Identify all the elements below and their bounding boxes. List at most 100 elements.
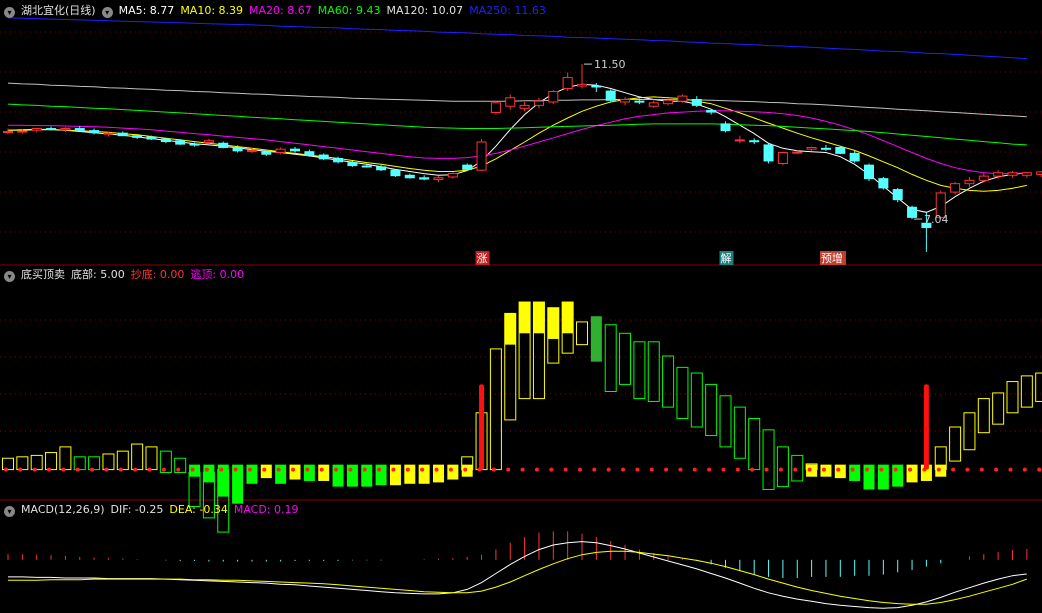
candle-body (562, 77, 573, 90)
candle-body (218, 142, 229, 148)
indicator-bar-fill (389, 464, 401, 486)
indicator-bar (1020, 375, 1033, 408)
ma5-value: MA5: 8.77 (118, 4, 175, 17)
candle-body (734, 139, 745, 142)
candle-body (31, 128, 42, 131)
zero-dot (348, 467, 353, 472)
zero-dot (865, 467, 869, 472)
candle-body (849, 152, 860, 162)
indicator-bar-fill (906, 464, 918, 483)
high-label: 11.50 (594, 58, 626, 71)
indicator-bar (16, 456, 29, 471)
candle-body (548, 90, 559, 103)
indicator-bar-fill (303, 464, 315, 481)
candle-body (246, 149, 257, 152)
zero-dot (578, 467, 582, 472)
candle-body (160, 138, 171, 143)
candle-body (74, 128, 85, 132)
dea-line (8, 550, 1027, 605)
indicator-bar (633, 341, 646, 400)
candle-body (577, 83, 587, 87)
indicator-bar-fill (863, 464, 875, 490)
indicator-bar-fill (375, 464, 387, 486)
indicator-bar-fill (504, 313, 516, 345)
candle-body (620, 98, 631, 103)
candle-body (376, 166, 387, 171)
zero-dot (391, 467, 396, 472)
zero-dot (707, 467, 712, 472)
candle-body (720, 123, 731, 132)
dif-line (8, 541, 1027, 609)
zero-dot (735, 467, 740, 472)
candle-body (634, 100, 645, 103)
zero-dot (305, 467, 310, 472)
indicator-bar-fill (318, 464, 330, 481)
zero-dot (118, 467, 123, 472)
zero-dot (319, 467, 324, 472)
indicator-bar (676, 366, 689, 419)
zero-dot (219, 467, 224, 472)
candle-body (835, 146, 846, 154)
zero-dot (176, 467, 181, 472)
zero-dot (979, 467, 984, 472)
candle-body (706, 109, 717, 113)
chevron-down-icon[interactable]: ▾ (4, 7, 15, 18)
zero-dot (377, 467, 382, 472)
zero-dot (678, 467, 683, 472)
zero-dot (592, 467, 597, 472)
candle-body (892, 189, 903, 201)
macd-title: MACD(12,26,9) (21, 503, 105, 516)
zero-dot (549, 467, 554, 472)
tag-zhang: 涨 (477, 252, 488, 265)
candle-body (189, 143, 200, 146)
candle-body (691, 98, 702, 106)
zero-dot (133, 467, 138, 472)
candle-body (1036, 171, 1042, 175)
zero-dot (247, 467, 252, 472)
zero-dot (534, 467, 539, 472)
indicator-bar (762, 429, 775, 490)
candle-body (591, 85, 602, 88)
chevron-down-icon[interactable]: ▾ (4, 506, 15, 517)
candle-body (533, 100, 544, 106)
candle-body (261, 151, 272, 155)
candle-body (519, 104, 530, 109)
zero-dot (750, 467, 755, 472)
stock-chart[interactable]: 11.50 7.04 涨 解 预增 (0, 0, 1042, 613)
ma250-value: MA250: 11.63 (469, 4, 546, 17)
candle-body (806, 146, 817, 150)
indicator-bar (88, 456, 101, 471)
candle-body (950, 183, 961, 193)
candle-body (318, 154, 329, 160)
zero-dot (807, 467, 812, 472)
candle-body (290, 148, 300, 152)
zero-dot (291, 467, 295, 472)
tag-yuzeng: 预增 (821, 251, 843, 265)
candle-body (404, 174, 415, 179)
zero-dot (951, 467, 956, 472)
macd-legend: ▾ MACD(12,26,9) DIF: -0.25 DEA: -0.34 MACD: … (4, 502, 305, 518)
indicator-bar (73, 456, 86, 471)
chevron-down-icon[interactable]: ▾ (101, 7, 113, 18)
zero-dot (936, 467, 941, 472)
candle-body (46, 128, 57, 131)
indicator-bar-fill (232, 464, 244, 504)
zero-dot (491, 467, 496, 472)
zero-dot (692, 467, 697, 472)
chevron-down-icon[interactable]: ▾ (4, 271, 15, 282)
candle-body (103, 132, 114, 135)
indicator-bar-fill (246, 464, 258, 484)
zero-dot (850, 467, 855, 472)
zero-dot (994, 467, 999, 472)
indicator-bar (102, 453, 115, 471)
indicator-bar (30, 454, 43, 471)
zero-dot (32, 467, 37, 472)
indicator-bar (145, 446, 158, 471)
indicator-bar (705, 383, 718, 437)
indicator-bar-fill (533, 302, 545, 334)
zero-dot (520, 467, 525, 472)
indicator-bar-fill (289, 464, 301, 480)
indicator-bar (576, 321, 588, 346)
zero-dot (420, 467, 425, 472)
zero-dot (635, 467, 640, 472)
